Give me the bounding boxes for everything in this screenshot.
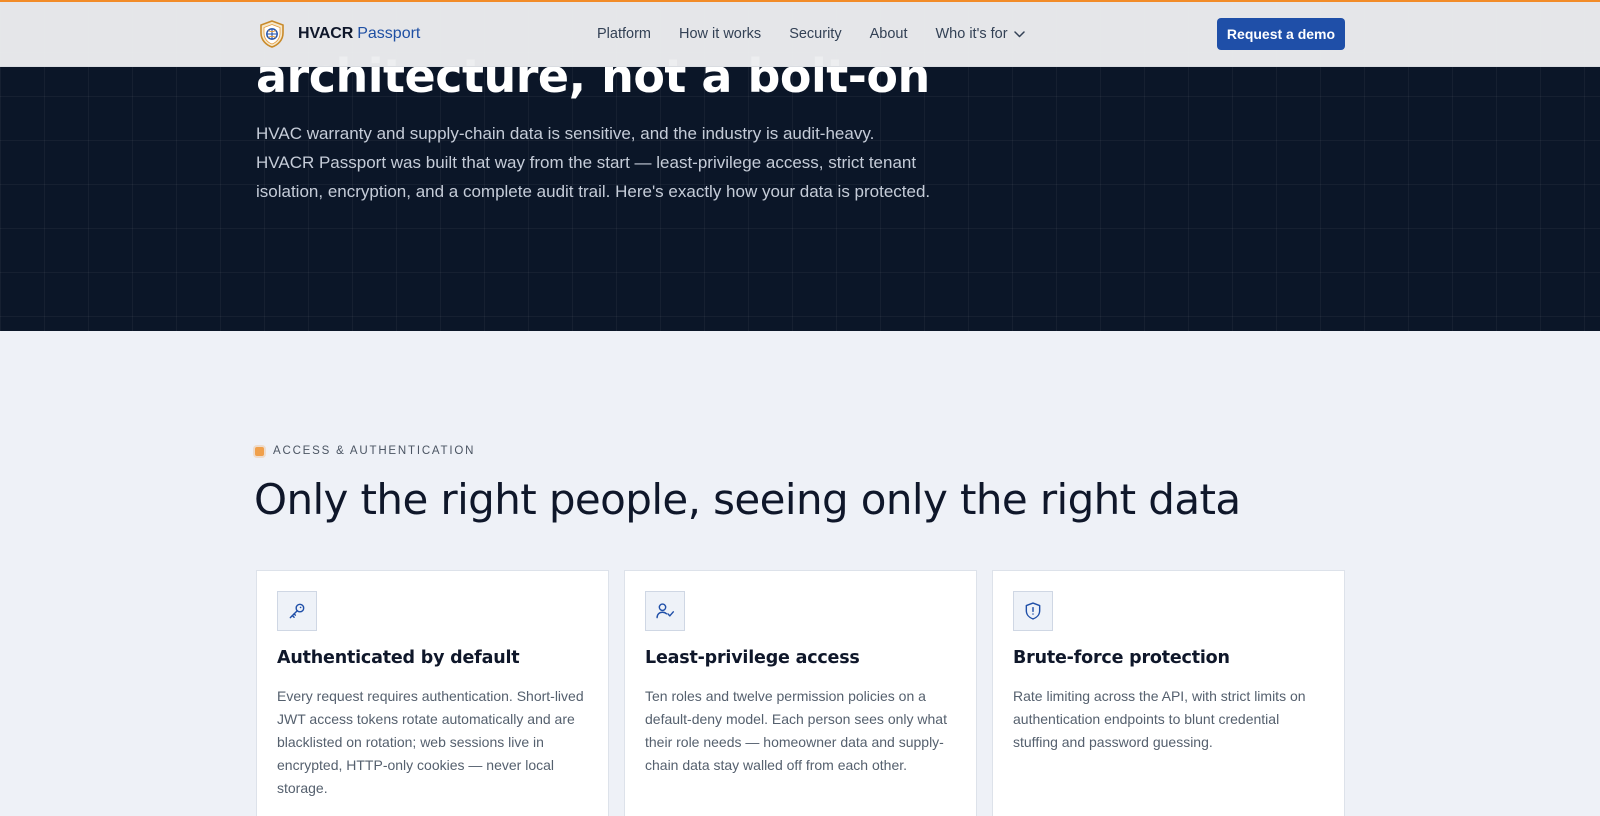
top-accent-rule bbox=[0, 0, 1600, 2]
feature-card-authenticated: Authenticated by default Every request r… bbox=[256, 570, 609, 816]
card-icon-box bbox=[1013, 591, 1053, 631]
nav-item-who-its-for-label: Who it's for bbox=[935, 26, 1008, 42]
card-description: Every request requires authentication. S… bbox=[277, 688, 584, 796]
nav-item-who-its-for[interactable]: Who it's for bbox=[935, 26, 1025, 42]
key-icon bbox=[289, 603, 305, 619]
brand-link[interactable]: HVACR Passport bbox=[259, 20, 420, 48]
main-nav: Platform How it works Security About Who… bbox=[597, 22, 1025, 46]
nav-item-security[interactable]: Security bbox=[789, 26, 841, 42]
feature-card-brute-force: Brute-force protection Rate limiting acr… bbox=[992, 570, 1345, 816]
brand-name-accent: Passport bbox=[357, 25, 421, 42]
hero-description: HVAC warranty and supply-chain data is s… bbox=[256, 124, 931, 201]
card-icon-box bbox=[277, 591, 317, 631]
request-demo-button[interactable]: Request a demo bbox=[1217, 18, 1345, 50]
nav-item-about[interactable]: About bbox=[870, 26, 908, 42]
card-icon-box bbox=[645, 591, 685, 631]
card-title: Authenticated by default bbox=[277, 648, 520, 668]
section-eyebrow: ACCESS & AUTHENTICATION bbox=[255, 445, 475, 457]
feature-card-least-privilege: Least-privilege access Ten roles and twe… bbox=[624, 570, 977, 816]
chevron-down-icon bbox=[1013, 30, 1025, 37]
eyebrow-dot bbox=[255, 446, 264, 456]
card-description: Ten roles and twelve permission policies… bbox=[645, 688, 947, 773]
card-title: Least-privilege access bbox=[645, 648, 860, 668]
site-header: HVACR Passport Platform How it works Sec… bbox=[0, 0, 1600, 67]
section-title: Only the right people, seeing only the r… bbox=[254, 475, 1241, 524]
shield-alert-icon bbox=[1025, 602, 1041, 620]
brand-name: HVACR bbox=[298, 25, 354, 42]
eyebrow-label: ACCESS & AUTHENTICATION bbox=[273, 445, 476, 457]
card-title: Brute-force protection bbox=[1013, 648, 1230, 668]
user-check-icon bbox=[656, 603, 675, 619]
shield-logo-icon bbox=[260, 20, 284, 48]
nav-item-how-it-works[interactable]: How it works bbox=[679, 26, 761, 42]
card-description: Rate limiting across the API, with stric… bbox=[1013, 688, 1306, 750]
nav-item-platform[interactable]: Platform bbox=[597, 26, 651, 42]
